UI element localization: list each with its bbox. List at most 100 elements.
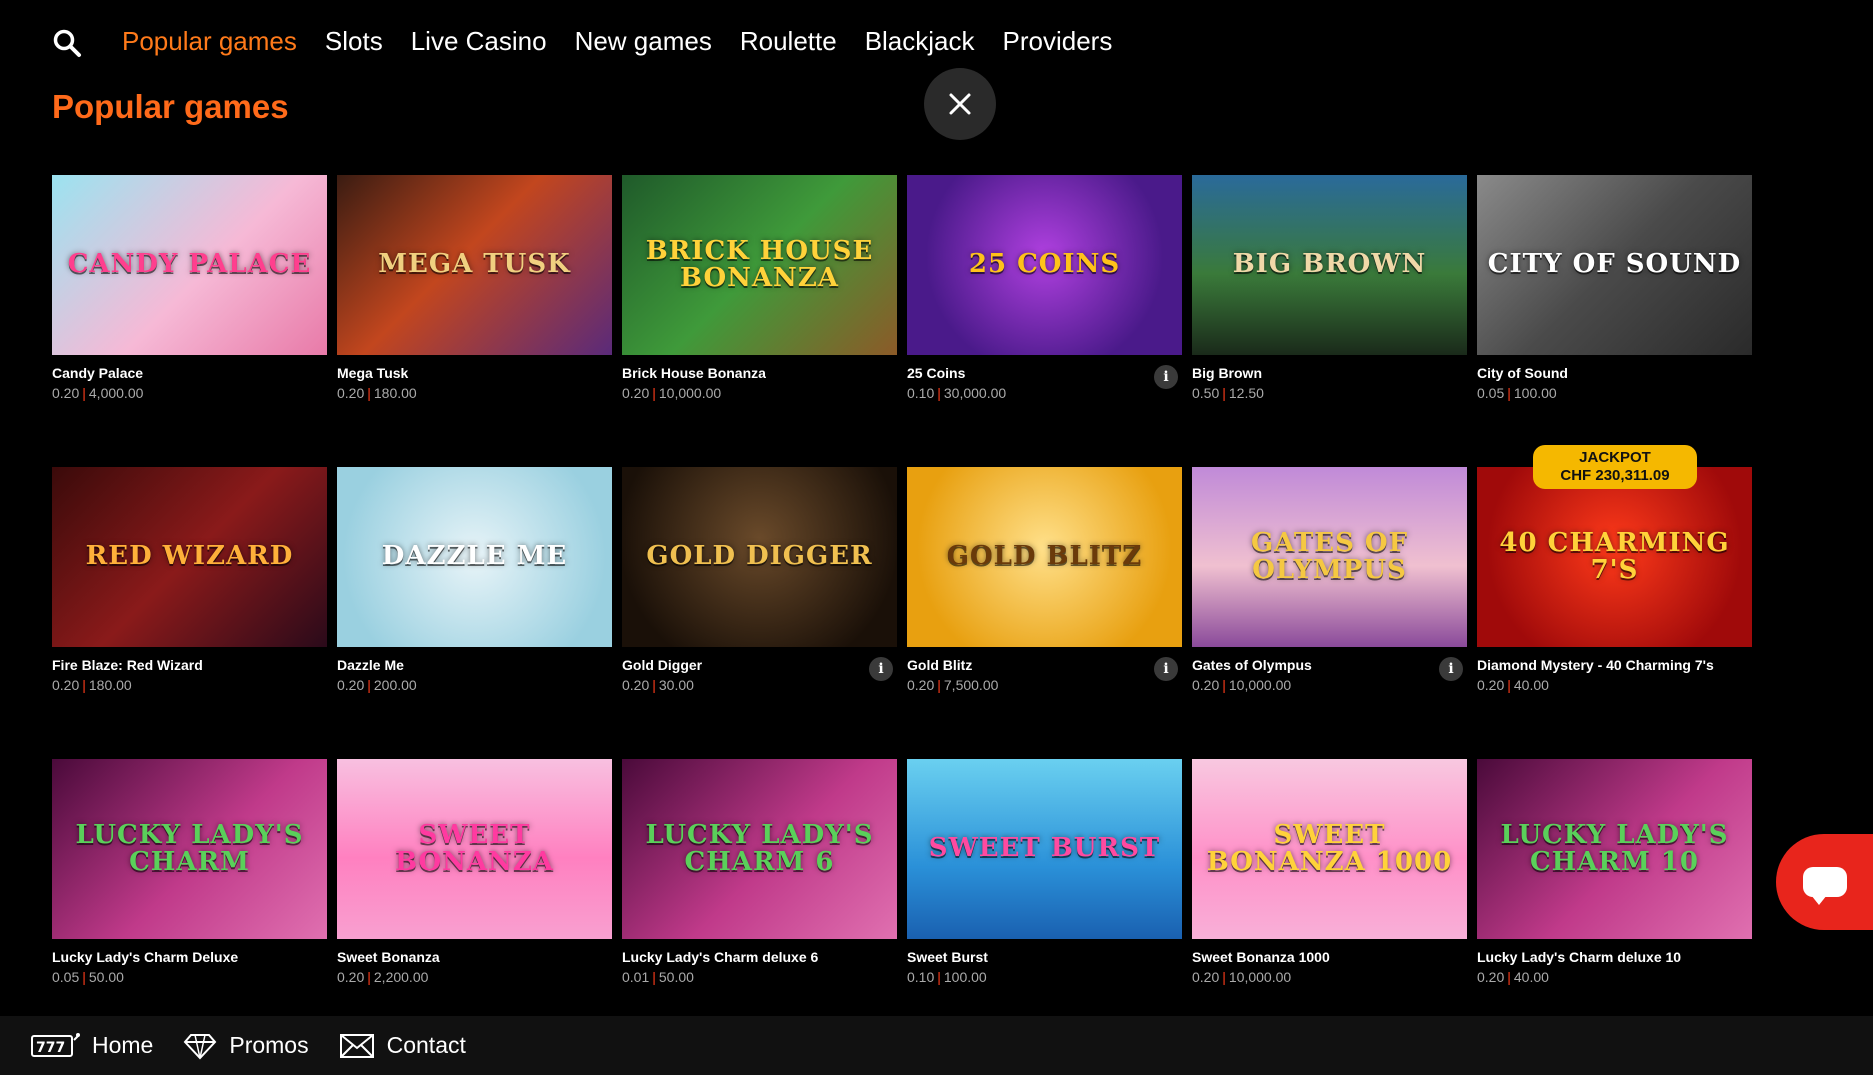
game-thumbnail[interactable]: Dazzle Me <box>337 467 612 647</box>
game-stake-range: 0.20 | 180.00 <box>52 677 132 693</box>
game-card: GOLD BLITZ Gold Blitz 0.20 | 7,500.00 i <box>907 467 1182 759</box>
bottom-nav-promos-label: Promos <box>229 1032 309 1058</box>
game-thumbnail[interactable]: Lucky Lady's Charm <box>52 759 327 939</box>
tab-providers[interactable]: Providers <box>1003 22 1113 60</box>
game-name[interactable]: Fire Blaze: Red Wizard <box>52 657 203 673</box>
stake-separator: | <box>937 677 941 693</box>
max-stake: 40.00 <box>1513 969 1549 985</box>
min-stake: 0.20 <box>337 969 365 985</box>
game-thumbnail[interactable]: Lucky Lady's Charm 10 <box>1477 759 1752 939</box>
bottom-nav-promos[interactable]: Promos <box>183 1032 309 1060</box>
stake-separator: | <box>652 385 656 401</box>
top-navigation: Popular games Slots Live Casino New games Ro… <box>0 0 1873 84</box>
tab-roulette[interactable]: Roulette <box>740 22 837 60</box>
game-thumbnail[interactable]: SWEET BONANZA <box>337 759 612 939</box>
game-name[interactable]: Gates of Olympus <box>1192 657 1312 673</box>
info-icon[interactable]: i <box>869 657 893 681</box>
game-thumbnail[interactable]: 25 COINS <box>907 175 1182 355</box>
game-card: Dazzle Me Dazzle Me 0.20 | 200.00 <box>337 467 612 759</box>
info-icon[interactable]: i <box>1439 657 1463 681</box>
bottom-nav-contact[interactable]: Contact <box>339 1032 466 1060</box>
jackpot-badge: JACKPOT CHF 230,311.09 <box>1533 445 1697 489</box>
tab-live-casino[interactable]: Live Casino <box>411 22 547 60</box>
min-stake: 0.20 <box>52 385 80 401</box>
jackpot-amount: CHF 230,311.09 <box>1560 467 1670 484</box>
game-artwork-logo: CANDY PALACE <box>67 249 312 280</box>
game-stake-range: 0.20 | 30.00 <box>622 677 694 693</box>
max-stake: 10,000.00 <box>1228 969 1292 985</box>
game-card: Lucky Lady's Charm 10 Lucky Lady's Charm … <box>1477 759 1752 1051</box>
game-name[interactable]: Mega Tusk <box>337 365 408 381</box>
max-stake: 180.00 <box>88 677 132 693</box>
game-name[interactable]: Sweet Bonanza 1000 <box>1192 949 1330 965</box>
stake-separator: | <box>1222 969 1226 985</box>
game-card: SWEET BONANZA Sweet Bonanza 0.20 | 2,200.00 <box>337 759 612 1051</box>
tab-slots[interactable]: Slots <box>325 22 383 60</box>
game-stake-range: 0.20 | 2,200.00 <box>337 969 428 985</box>
game-name[interactable]: Brick House Bonanza <box>622 365 766 381</box>
game-thumbnail[interactable]: RED WIZARD <box>52 467 327 647</box>
game-name[interactable]: Gold Blitz <box>907 657 972 673</box>
bottom-nav-home-label: Home <box>92 1032 154 1058</box>
chat-button[interactable] <box>1776 834 1873 930</box>
stake-separator: | <box>937 969 941 985</box>
search-icon[interactable] <box>52 28 82 58</box>
game-thumbnail[interactable]: MEGA TUSK <box>337 175 612 355</box>
stake-separator: | <box>367 677 371 693</box>
game-name[interactable]: Big Brown <box>1192 365 1262 381</box>
min-stake: 0.05 <box>52 969 80 985</box>
game-card: MEGA TUSK Mega Tusk 0.20 | 180.00 <box>337 175 612 467</box>
game-name[interactable]: Diamond Mystery - 40 Charming 7's <box>1477 657 1714 673</box>
max-stake: 100.00 <box>1513 385 1557 401</box>
bottom-nav-home[interactable]: 777 Home <box>30 1032 153 1060</box>
info-icon[interactable]: i <box>1154 365 1178 389</box>
game-name[interactable]: Sweet Burst <box>907 949 988 965</box>
game-card: 40 CHARMING 7'S JACKPOT CHF 230,311.09 Diam… <box>1477 445 1752 759</box>
stake-separator: | <box>652 677 656 693</box>
game-name[interactable]: Candy Palace <box>52 365 143 381</box>
game-thumbnail[interactable]: BRICK HOUSE BONANZA <box>622 175 897 355</box>
game-artwork-logo: Sweet BURST <box>928 833 1161 864</box>
game-name[interactable]: Sweet Bonanza <box>337 949 440 965</box>
game-name[interactable]: Lucky Lady's Charm deluxe 6 <box>622 949 818 965</box>
stake-separator: | <box>82 385 86 401</box>
jackpot-label: JACKPOT <box>1579 449 1651 466</box>
close-button[interactable] <box>924 68 996 140</box>
game-name[interactable]: City of Sound <box>1477 365 1568 381</box>
max-stake: 40.00 <box>1513 677 1549 693</box>
game-thumbnail[interactable]: CANDY PALACE <box>52 175 327 355</box>
game-thumbnail[interactable]: Lucky Lady's Charm 6 <box>622 759 897 939</box>
game-name[interactable]: Gold Digger <box>622 657 702 673</box>
tab-popular-games[interactable]: Popular games <box>122 22 297 60</box>
info-icon[interactable]: i <box>1154 657 1178 681</box>
game-artwork-logo: GOLD DIGGER <box>646 541 873 572</box>
min-stake: 0.10 <box>907 385 935 401</box>
game-thumbnail[interactable]: 40 CHARMING 7'S <box>1477 467 1752 647</box>
game-thumbnail[interactable]: Sweet BURST <box>907 759 1182 939</box>
max-stake: 12.50 <box>1228 385 1264 401</box>
game-thumbnail[interactable]: GOLD BLITZ <box>907 467 1182 647</box>
game-thumbnail[interactable]: SWEET BONANZA 1000 <box>1192 759 1467 939</box>
game-artwork-logo: BIG BROWN <box>1232 249 1427 280</box>
min-stake: 0.20 <box>337 385 365 401</box>
game-thumbnail[interactable]: BIG BROWN <box>1192 175 1467 355</box>
game-name[interactable]: 25 Coins <box>907 365 965 381</box>
game-artwork-logo: BRICK HOUSE BONANZA <box>645 235 874 293</box>
game-stake-range: 0.20 | 4,000.00 <box>52 385 143 401</box>
tab-new-games[interactable]: New games <box>575 22 712 60</box>
max-stake: 2,200.00 <box>373 969 429 985</box>
game-thumbnail[interactable]: GOLD DIGGER <box>622 467 897 647</box>
game-card: GOLD DIGGER Gold Digger 0.20 | 30.00 i <box>622 467 897 759</box>
game-name[interactable]: Dazzle Me <box>337 657 404 673</box>
game-stake-range: 0.20 | 180.00 <box>337 385 417 401</box>
max-stake: 200.00 <box>373 677 417 693</box>
tab-blackjack[interactable]: Blackjack <box>865 22 975 60</box>
min-stake: 0.20 <box>52 677 80 693</box>
bottom-navigation: 777 Home Promos Contact <box>0 1016 1873 1075</box>
game-name[interactable]: Lucky Lady's Charm deluxe 10 <box>1477 949 1681 965</box>
max-stake: 50.00 <box>658 969 694 985</box>
game-thumbnail[interactable]: city of sound <box>1477 175 1752 355</box>
game-name[interactable]: Lucky Lady's Charm Deluxe <box>52 949 238 965</box>
stake-separator: | <box>1507 385 1511 401</box>
game-thumbnail[interactable]: GATES of OLYMPUS <box>1192 467 1467 647</box>
